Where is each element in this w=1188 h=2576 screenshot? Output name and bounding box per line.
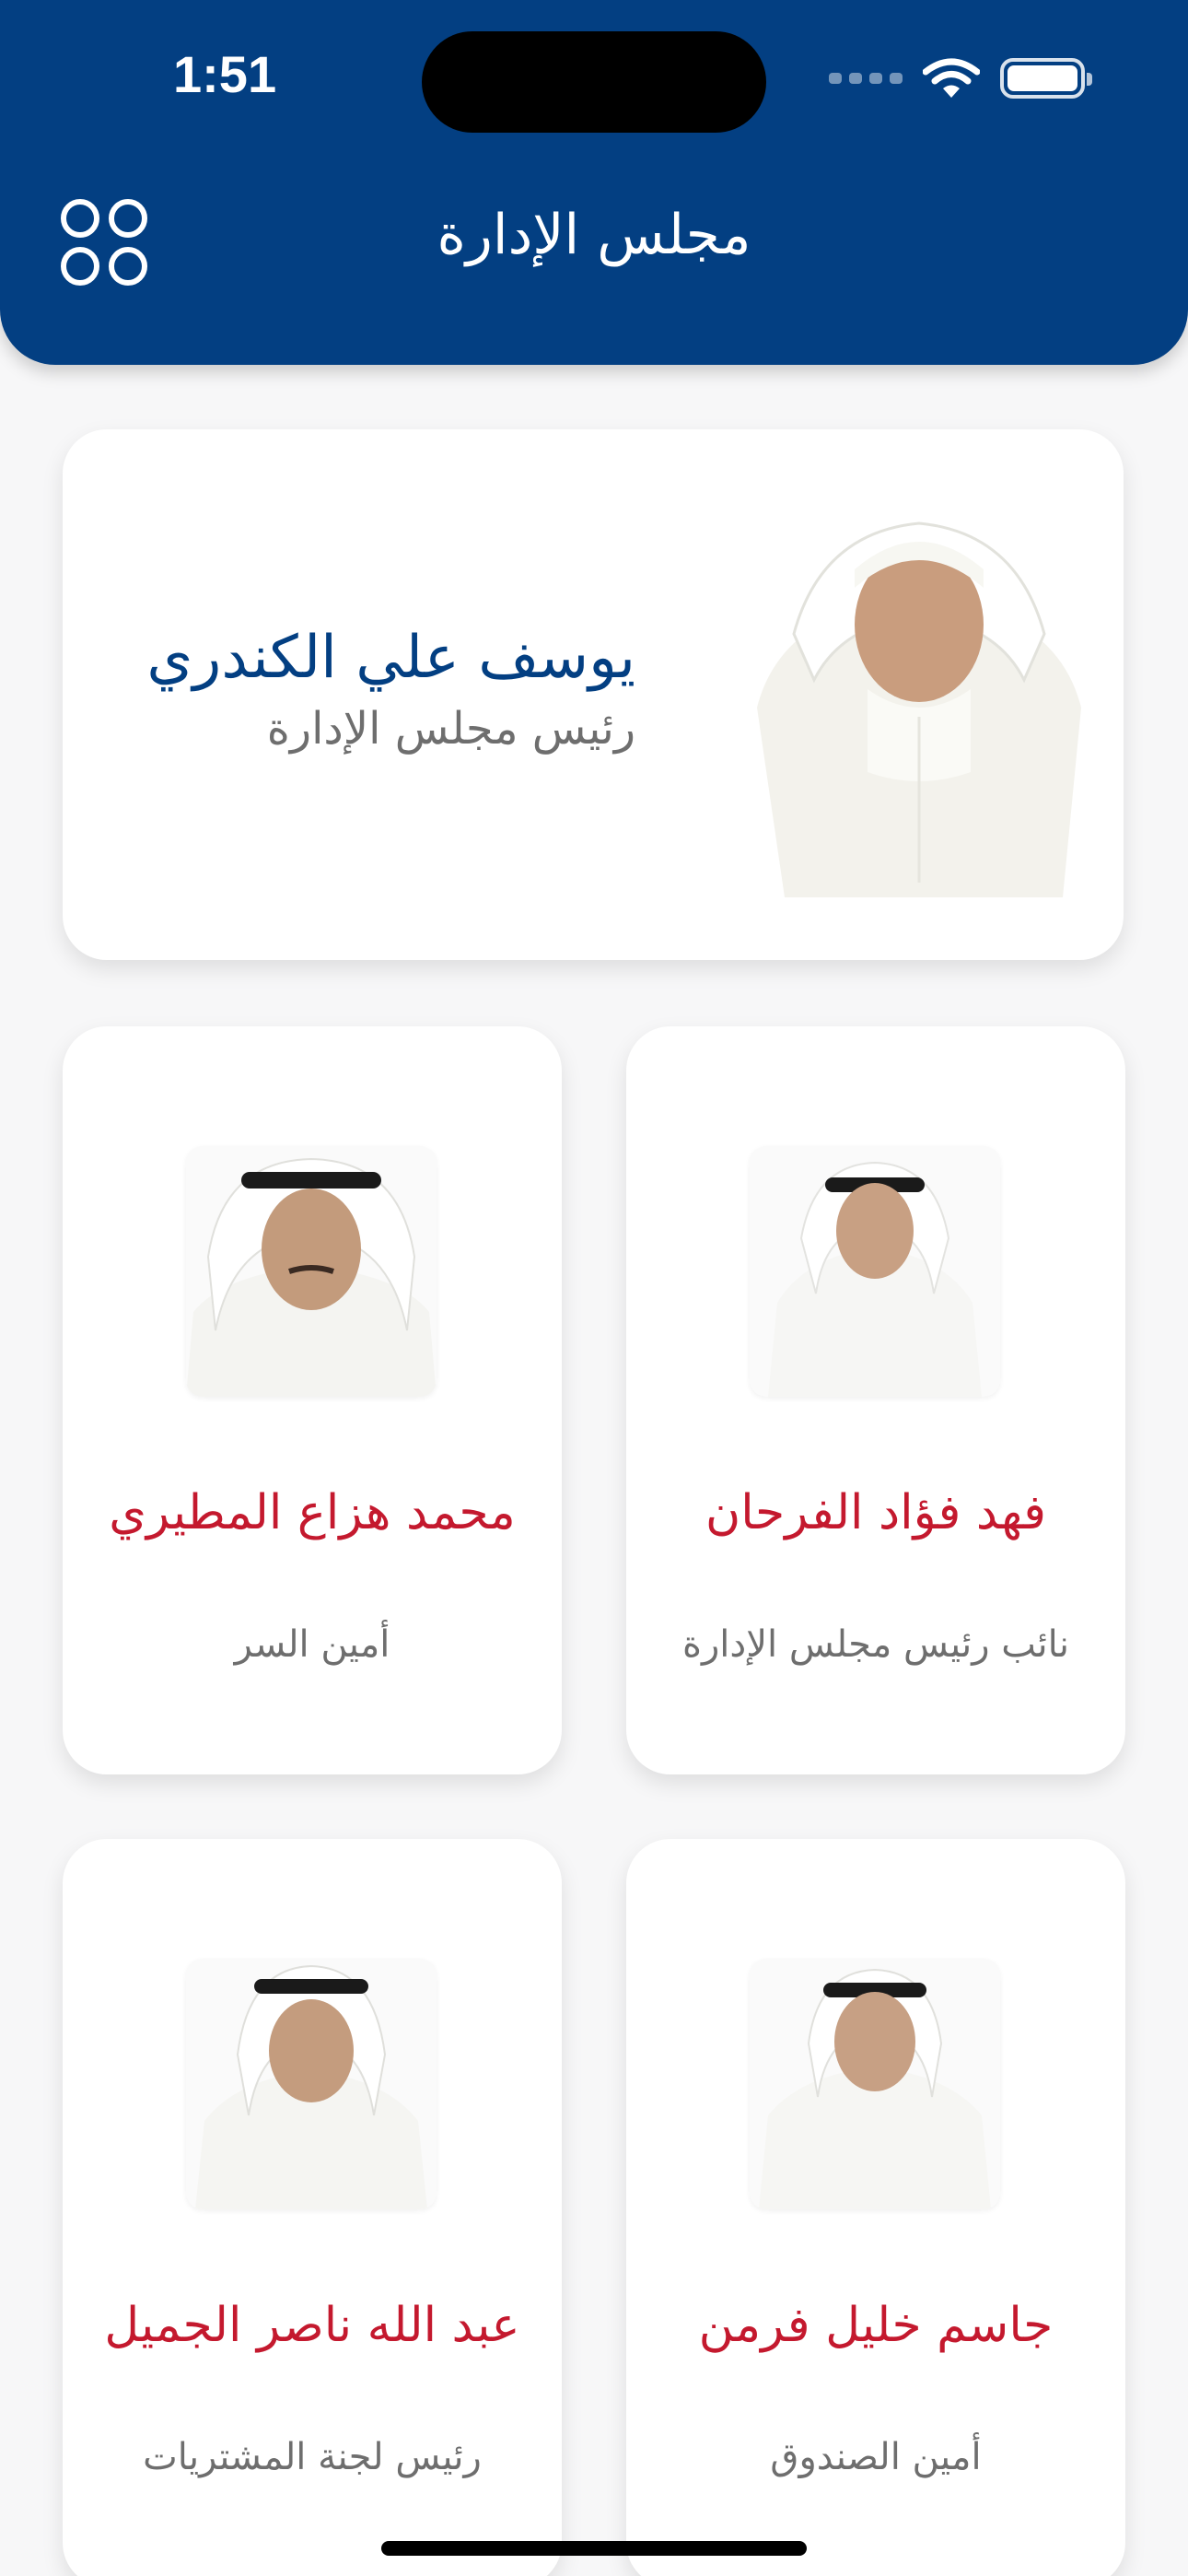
member-name: عبد الله ناصر الجميل <box>104 2298 520 2353</box>
member-role: رئيس لجنة المشتريات <box>143 2436 482 2478</box>
chairman-photo <box>757 521 1081 897</box>
page-title: مجلس الإدارة <box>437 203 751 267</box>
member-card[interactable]: عبد الله ناصر الجميل رئيس لجنة المشتريات <box>63 1839 562 2576</box>
member-role: أمين الصندوق <box>770 2436 982 2478</box>
member-card[interactable]: محمد هزاع المطيري أمين السر <box>63 1026 562 1774</box>
member-photo <box>186 1959 437 2209</box>
member-role: نائب رئيس مجلس الإدارة <box>682 1623 1069 1666</box>
app-header: 1:51 مجلس الإدارة <box>0 0 1188 365</box>
member-card[interactable]: جاسم خليل فرمن أمين الصندوق <box>626 1839 1125 2576</box>
chairman-info: يوسف علي الكندري رئيس مجلس الإدارة <box>83 623 635 755</box>
dynamic-island <box>422 31 766 133</box>
wifi-icon <box>923 58 980 98</box>
home-indicator[interactable] <box>381 2541 807 2556</box>
member-role: أمين السر <box>234 1623 390 1666</box>
board-screen: 1:51 مجلس الإدارة يوسف علي الكندري رئيس … <box>0 0 1188 2576</box>
member-card[interactable]: فهد فؤاد الفرحان نائب رئيس مجلس الإدارة <box>626 1026 1125 1774</box>
chairman-name: يوسف علي الكندري <box>146 624 635 692</box>
member-name: محمد هزاع المطيري <box>109 1485 516 1540</box>
battery-icon <box>1000 58 1092 99</box>
member-photo <box>186 1146 437 1397</box>
status-icons <box>829 57 1092 100</box>
status-time: 1:51 <box>173 45 277 103</box>
member-name: فهد فؤاد الفرحان <box>705 1485 1046 1540</box>
chairman-role: رئيس مجلس الإدارة <box>266 702 635 755</box>
member-photo <box>750 1959 1000 2209</box>
member-name: جاسم خليل فرمن <box>698 2298 1054 2353</box>
member-photo <box>750 1146 1000 1397</box>
chairman-card[interactable]: يوسف علي الكندري رئيس مجلس الإدارة <box>63 429 1124 960</box>
cellular-signal-icon <box>829 73 903 84</box>
